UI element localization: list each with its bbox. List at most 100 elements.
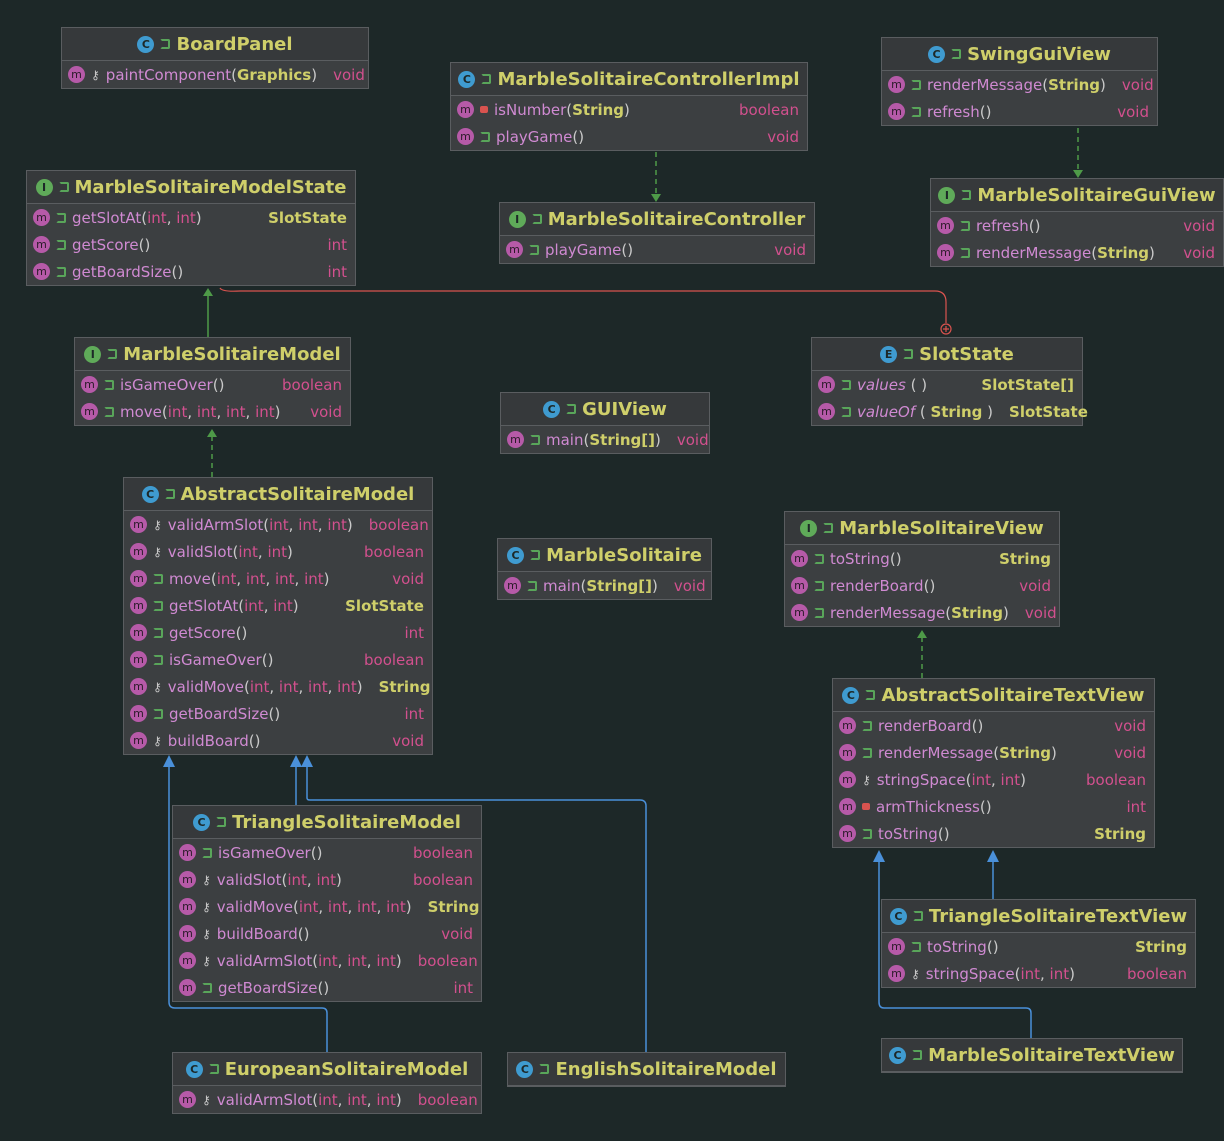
method-row[interactable]: m ⚷ validArmSlot(int, int, int) boolean (173, 947, 481, 974)
private-lock-icon (480, 106, 488, 113)
interface-icon: I (508, 210, 526, 228)
class-header[interactable]: I MarbleSolitaireGuiView (931, 179, 1223, 212)
class-box[interactable]: C MarbleSolitaire m main(String[]) void (497, 538, 712, 600)
method-row[interactable]: m refresh() void (882, 98, 1157, 125)
param-type: int (147, 208, 167, 227)
method-row[interactable]: m ⚷ validMove(int, int, int, int) String (173, 893, 481, 920)
method-row[interactable]: m valueOf ( String ) SlotState (812, 398, 1088, 425)
class-header[interactable]: C TriangleSolitaireTextView (882, 900, 1195, 933)
class-header[interactable]: I MarbleSolitaireController (500, 203, 814, 236)
method-row[interactable]: m refresh() void (931, 212, 1223, 239)
class-header[interactable]: E SlotState (812, 338, 1082, 371)
class-name: MarbleSolitaireModel (123, 343, 341, 365)
class-box[interactable]: C MarbleSolitaireTextView (881, 1038, 1183, 1073)
class-box[interactable]: I MarbleSolitaireModelState m getSlotAt(int… (26, 170, 356, 286)
method-row[interactable]: m getBoardSize() int (27, 258, 355, 285)
param-type: int (357, 897, 377, 916)
method-row[interactable]: m playGame() void (500, 236, 814, 263)
class-header[interactable]: I MarbleSolitaireModel (75, 338, 350, 371)
class-box[interactable]: C EnglishSolitaireModel (507, 1052, 786, 1087)
method-signature: getScore() (169, 624, 247, 642)
method-row[interactable]: m playGame() void (451, 123, 807, 150)
method-row[interactable]: m renderMessage(String) void (785, 599, 1059, 626)
method-row[interactable]: m ⚷ buildBoard() void (173, 920, 481, 947)
method-name: validSlot (216, 870, 282, 889)
class-header[interactable]: C MarbleSolitaireControllerImpl (451, 63, 807, 96)
class-box[interactable]: I MarbleSolitaireGuiView m refresh() void m re… (930, 178, 1224, 267)
method-row[interactable]: m isNumber(String) boolean (451, 96, 807, 123)
class-box[interactable]: C BoardPanel m ⚷ paintComponent(Graphics) voi… (61, 27, 369, 89)
method-row[interactable]: m renderMessage(String) void (882, 71, 1157, 98)
method-icon: m (130, 732, 147, 749)
method-row[interactable]: m ⚷ paintComponent(Graphics) void (62, 61, 368, 88)
class-box[interactable]: C EuropeanSolitaireModel m ⚷ validArmSlot(in… (172, 1052, 482, 1114)
class-box[interactable]: C TriangleSolitaireTextView m toString() Str… (881, 899, 1196, 988)
class-icon: C (458, 70, 476, 88)
method-row[interactable]: m getBoardSize() int (124, 700, 432, 727)
class-header[interactable]: C GUIView (501, 393, 709, 426)
class-box[interactable]: C MarbleSolitaireControllerImpl m isNumber(… (450, 62, 808, 151)
method-name: getBoardSize (72, 262, 172, 281)
paren: ) (977, 716, 984, 735)
class-header[interactable]: C AbstractSolitaireTextView (833, 679, 1154, 712)
paren: ) (336, 870, 342, 889)
method-row[interactable]: m ⚷ validArmSlot(int, int, int) boolean (124, 511, 432, 538)
method-row[interactable]: m ⚷ validSlot(int, int) boolean (124, 538, 432, 565)
method-row[interactable]: m toString() String (785, 545, 1059, 572)
class-box[interactable]: I MarbleSolitaireModel m isGameOver() boolea… (74, 337, 351, 426)
method-row[interactable]: m move(int, int, int, int) void (124, 565, 432, 592)
method-row[interactable]: m ⚷ stringSpace(int, int) boolean (833, 766, 1154, 793)
class-box[interactable]: E SlotState m values ( ) SlotState[] m valueOf… (811, 337, 1088, 426)
public-lock-icon (814, 580, 824, 591)
class-header[interactable]: I MarbleSolitaireModelState (27, 171, 355, 204)
method-icon: m (839, 798, 856, 815)
class-box[interactable]: C AbstractSolitaireTextView m renderBoard()… (832, 678, 1155, 848)
method-row[interactable]: m ⚷ validSlot(int, int) boolean (173, 866, 481, 893)
class-header[interactable]: C EuropeanSolitaireModel (173, 1053, 481, 1086)
class-header[interactable]: C MarbleSolitaireTextView (882, 1039, 1182, 1072)
method-row[interactable]: m main(String[]) void (501, 426, 709, 453)
class-box[interactable]: C TriangleSolitaireModel m isGameOver() bool… (172, 805, 482, 1002)
method-row[interactable]: m move(int, int, int, int) void (75, 398, 350, 425)
return-type: SlotState (345, 596, 424, 615)
method-row[interactable]: m renderMessage(String) void (833, 739, 1154, 766)
method-row[interactable]: m getSlotAt(int, int) SlotState (124, 592, 432, 619)
method-row[interactable]: m ⚷ stringSpace(int, int) boolean (882, 960, 1195, 987)
method-signature: buildBoard() (217, 925, 310, 943)
method-row[interactable]: m getBoardSize() int (173, 974, 481, 1001)
method-row[interactable]: m getScore() int (27, 231, 355, 258)
method-row[interactable]: m renderBoard() void (833, 712, 1154, 739)
paren: ) (1003, 603, 1009, 622)
class-box[interactable]: C AbstractSolitaireModel m ⚷ validArmSlot(in… (123, 477, 433, 755)
class-box[interactable]: I MarbleSolitaireController m playGame() voi… (499, 202, 815, 264)
class-header[interactable]: C AbstractSolitaireModel (124, 478, 432, 511)
class-header[interactable]: I MarbleSolitaireView (785, 512, 1059, 545)
method-row[interactable]: m toString() String (833, 820, 1154, 847)
method-row[interactable]: m main(String[]) void (498, 572, 711, 599)
param-type: int (316, 870, 337, 889)
method-row[interactable]: m getScore() int (124, 619, 432, 646)
class-header[interactable]: C SwingGuiView (882, 38, 1157, 71)
class-box[interactable]: C GUIView m main(String[]) void (500, 392, 710, 454)
method-row[interactable]: m renderMessage(String) void (931, 239, 1223, 266)
enum-icon: E (880, 345, 898, 363)
method-row[interactable]: m isGameOver() boolean (124, 646, 432, 673)
class-header[interactable]: C MarbleSolitaire (498, 539, 711, 572)
class-box[interactable]: I MarbleSolitaireView m toString() String m re… (784, 511, 1060, 627)
method-row[interactable]: m getSlotAt(int, int) SlotState (27, 204, 355, 231)
class-header[interactable]: C TriangleSolitaireModel (173, 806, 481, 839)
method-row[interactable]: m ⚷ buildBoard() void (124, 727, 432, 754)
method-row[interactable]: m isGameOver() boolean (173, 839, 481, 866)
method-row[interactable]: m isGameOver() boolean (75, 371, 350, 398)
method-row[interactable]: m values ( ) SlotState[] (812, 371, 1082, 398)
class-header[interactable]: C EnglishSolitaireModel (508, 1053, 785, 1086)
class-box[interactable]: C SwingGuiView m renderMessage(String) void m… (881, 37, 1158, 126)
method-row[interactable]: m ⚷ validMove(int, int, int, int) String (124, 673, 432, 700)
protected-key-icon: ⚷ (862, 772, 871, 787)
method-row[interactable]: m ⚷ validArmSlot(int, int, int) boolean (173, 1086, 481, 1113)
method-name: getBoardSize (169, 704, 269, 723)
method-row[interactable]: m armThickness() int (833, 793, 1154, 820)
method-row[interactable]: m renderBoard() void (785, 572, 1059, 599)
class-header[interactable]: C BoardPanel (62, 28, 368, 61)
method-row[interactable]: m toString() String (882, 933, 1195, 960)
